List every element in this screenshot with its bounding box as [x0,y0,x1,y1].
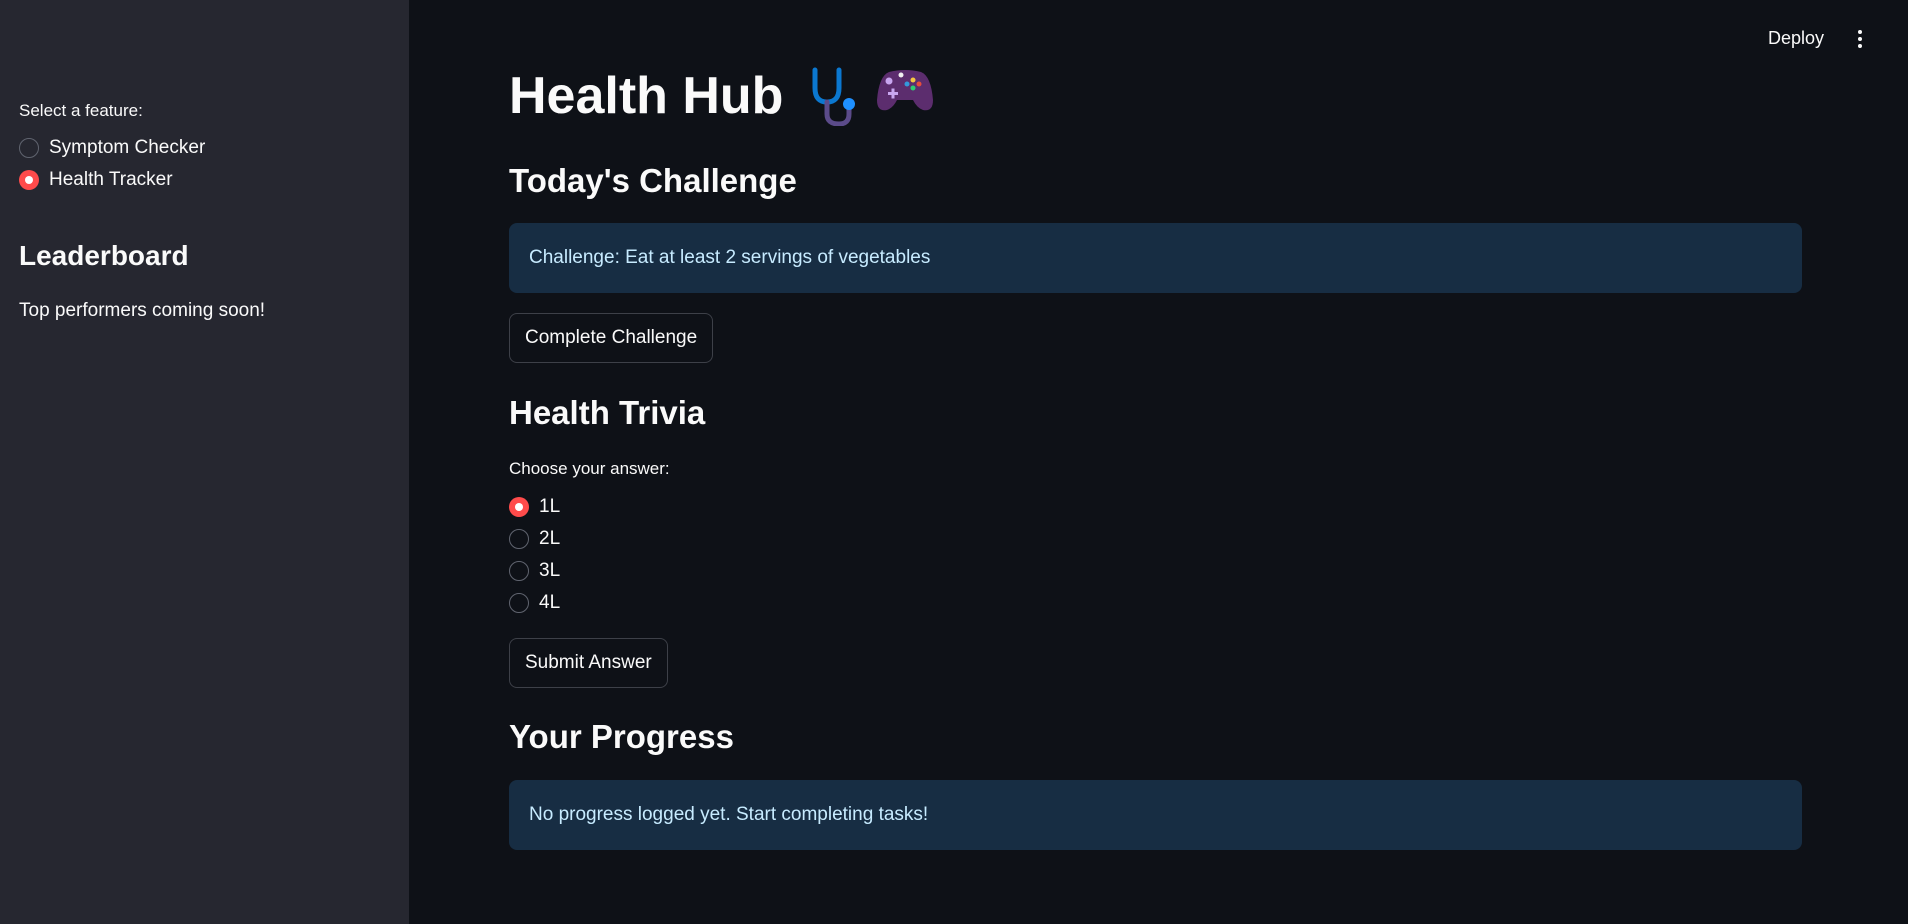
feature-select-label: Select a feature: [19,101,143,120]
stethoscope-icon [812,67,856,126]
trivia-question-label: Choose your answer: [509,459,670,478]
page-title: Health Hub [509,66,949,126]
game-controller-icon [877,70,934,111]
radio-unselected-icon [509,561,529,581]
challenge-info-box: Challenge: Eat at least 2 servings of ve… [509,223,1802,293]
feature-option-label: Health Tracker [49,169,173,190]
trivia-option-label: 1L [539,496,561,517]
feature-option-health-tracker[interactable]: Health Tracker [19,168,173,192]
radio-selected-icon [19,170,39,190]
page-title-text: Health Hub [509,67,784,125]
trivia-option-4l[interactable]: 4L [509,591,560,615]
radio-unselected-icon [19,138,39,158]
trivia-option-1l[interactable]: 1L [509,495,560,519]
progress-heading: Your Progress [509,718,734,755]
complete-challenge-button[interactable]: Complete Challenge [509,313,714,363]
deploy-button[interactable]: Deploy [1768,28,1824,49]
trivia-option-label: 4L [539,592,561,613]
challenge-heading: Today's Challenge [509,162,797,199]
radio-unselected-icon [509,593,529,613]
sidebar: Select a feature: Symptom Checker Health… [0,0,409,924]
progress-info-box: No progress logged yet. Start completing… [509,780,1802,850]
trivia-heading: Health Trivia [509,394,706,431]
trivia-option-3l[interactable]: 3L [509,559,560,583]
radio-selected-icon [509,497,529,517]
leaderboard-heading: Leaderboard [19,240,189,271]
radio-unselected-icon [509,529,529,549]
submit-answer-button[interactable]: Submit Answer [509,638,668,688]
feature-option-label: Symptom Checker [49,137,206,158]
trivia-option-label: 2L [539,528,561,549]
leaderboard-text: Top performers coming soon! [19,300,266,321]
main-menu-icon[interactable] [1856,30,1864,52]
feature-option-symptom-checker[interactable]: Symptom Checker [19,136,205,160]
trivia-option-2l[interactable]: 2L [509,527,560,551]
trivia-option-label: 3L [539,560,561,581]
